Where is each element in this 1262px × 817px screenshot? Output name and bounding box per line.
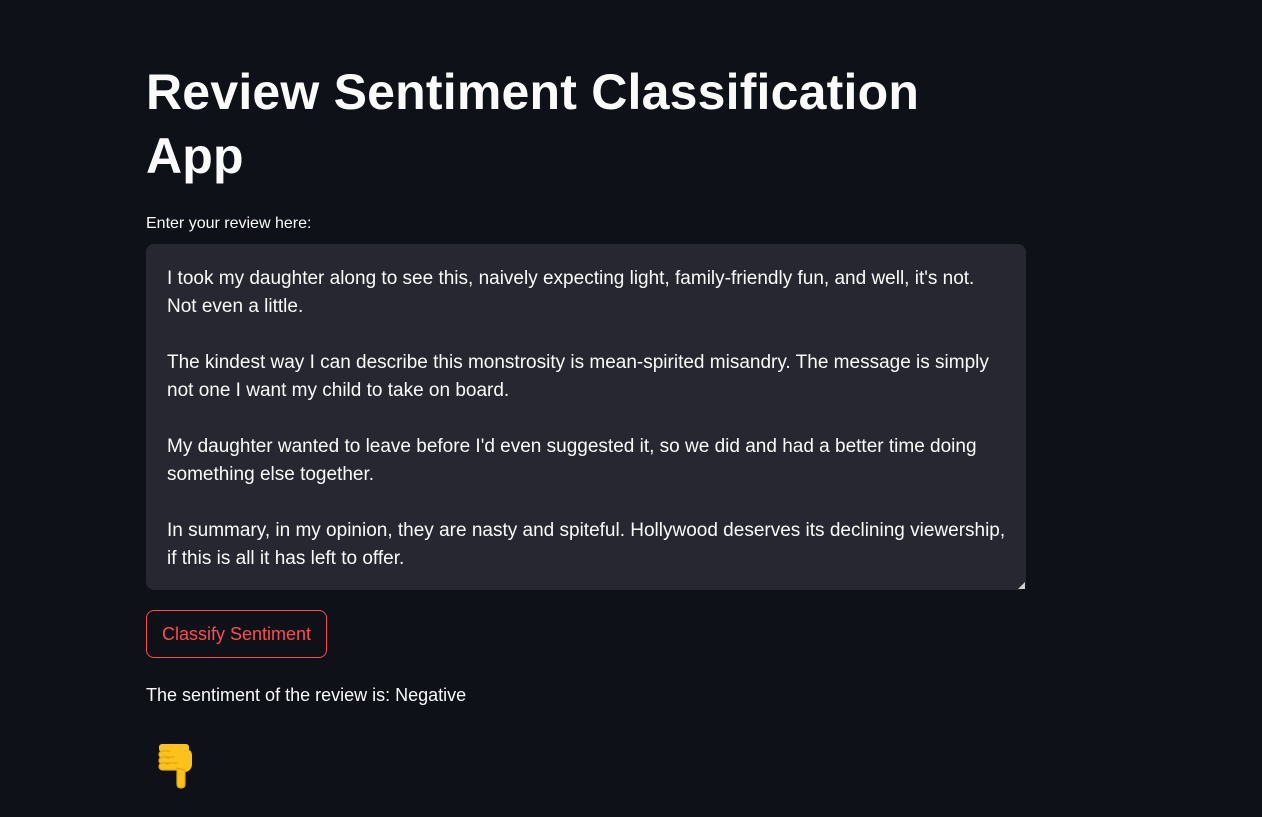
thumbs-down-icon	[158, 744, 192, 789]
sentiment-result-text: The sentiment of the review is: Negative	[146, 685, 467, 705]
resize-handle-icon[interactable]	[1018, 582, 1025, 589]
page-title: Review Sentiment Classification App	[146, 64, 920, 184]
classify-sentiment-button[interactable]: Classify Sentiment	[146, 610, 328, 658]
review-input-label: Enter your review here:	[146, 215, 312, 232]
review-textarea-container	[146, 244, 1026, 590]
review-textarea[interactable]	[146, 244, 1026, 590]
